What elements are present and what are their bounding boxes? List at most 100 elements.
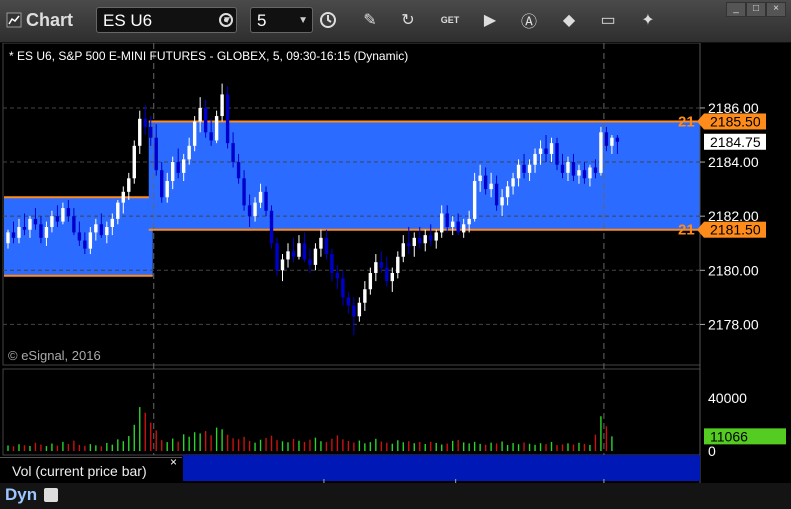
candle-body bbox=[291, 251, 296, 257]
candle-body bbox=[494, 183, 499, 206]
zone-layer bbox=[4, 120, 701, 277]
candle-body bbox=[99, 224, 104, 236]
candle-body bbox=[236, 162, 241, 179]
play-icon[interactable]: ▶ bbox=[476, 7, 504, 33]
candle-body bbox=[203, 107, 208, 133]
candle-body bbox=[533, 153, 537, 165]
candle-body bbox=[615, 137, 620, 142]
settings-icon[interactable] bbox=[212, 7, 240, 33]
candle-body bbox=[390, 273, 394, 282]
candle-body bbox=[560, 164, 565, 173]
mode-label[interactable]: Dyn bbox=[5, 485, 37, 505]
price-chart[interactable]: 2178.002180.002182.002184.002186.0004000… bbox=[0, 43, 791, 483]
candle-body bbox=[39, 224, 43, 238]
candle-body bbox=[225, 94, 230, 144]
candle-body bbox=[418, 237, 422, 244]
price-tag-prefix: 21 bbox=[678, 113, 695, 130]
candle-body bbox=[192, 121, 197, 146]
candle-body bbox=[154, 137, 158, 171]
tag-icon[interactable]: ◆ bbox=[555, 7, 583, 33]
candle-body bbox=[28, 218, 32, 230]
candle-body bbox=[88, 232, 93, 249]
candle-body bbox=[105, 227, 109, 236]
volume-legend-label: Vol (current price bar) bbox=[12, 463, 147, 479]
candle-body bbox=[511, 178, 515, 187]
candle-body bbox=[401, 243, 405, 257]
candle-body bbox=[132, 145, 136, 179]
candle-body bbox=[143, 118, 147, 127]
interval-input[interactable]: 5 ▼ bbox=[250, 7, 313, 33]
price-tick-label: 2180.00 bbox=[708, 262, 759, 278]
candle-body bbox=[319, 237, 323, 249]
candle-body bbox=[593, 167, 598, 173]
candle-body bbox=[522, 164, 526, 173]
candle-body bbox=[83, 240, 87, 249]
candle-body bbox=[516, 164, 521, 179]
candle-body bbox=[346, 297, 351, 306]
candle-body bbox=[264, 191, 268, 211]
candle-body bbox=[253, 202, 257, 217]
candle-body bbox=[445, 213, 449, 227]
alert-icon[interactable]: Ⓐ bbox=[515, 7, 543, 33]
price-tick-label: 2184.00 bbox=[708, 154, 759, 170]
candle-body bbox=[505, 186, 510, 198]
candle-body bbox=[440, 213, 444, 233]
candle-body bbox=[407, 243, 411, 246]
candle-body bbox=[571, 162, 576, 176]
candle-body bbox=[149, 126, 153, 138]
candle-body bbox=[527, 164, 532, 173]
candle-body bbox=[313, 248, 318, 265]
close-button[interactable]: × bbox=[766, 2, 786, 17]
candle-body bbox=[599, 132, 603, 173]
volume-layer bbox=[7, 407, 613, 451]
candle-body bbox=[461, 224, 466, 233]
candle-body bbox=[198, 107, 202, 122]
volume-legend[interactable]: Vol (current price bar) bbox=[0, 457, 182, 483]
price-tick-label: 2178.00 bbox=[708, 316, 759, 332]
candle-body bbox=[94, 224, 98, 233]
candle-body bbox=[22, 227, 27, 230]
volume-tag-label: 11066 bbox=[710, 428, 748, 444]
candle-body bbox=[588, 167, 592, 179]
chart-header: * ES U6, S&P 500 E-MINI FUTURES - GLOBEX… bbox=[9, 49, 408, 63]
candle-body bbox=[55, 216, 60, 222]
pencil-icon[interactable]: ✎ bbox=[356, 7, 384, 33]
candle-body bbox=[363, 289, 367, 303]
candle-body bbox=[483, 175, 488, 190]
candle-body bbox=[116, 202, 120, 219]
volume-tick-label: 40000 bbox=[708, 390, 747, 406]
candle-body bbox=[385, 267, 389, 282]
candle-body bbox=[11, 232, 16, 238]
chart-icon bbox=[6, 12, 22, 28]
candle-body bbox=[412, 237, 416, 246]
candle-body bbox=[33, 218, 38, 225]
minimize-button[interactable]: _ bbox=[726, 2, 746, 17]
candle-body bbox=[127, 178, 131, 192]
candle-body bbox=[247, 205, 252, 217]
candle-body bbox=[544, 148, 548, 154]
candle-body bbox=[269, 210, 274, 244]
candle-body bbox=[549, 143, 554, 154]
close-icon[interactable]: × bbox=[170, 455, 177, 469]
twitter-icon[interactable]: ✦ bbox=[634, 7, 662, 33]
clock-icon[interactable] bbox=[314, 7, 342, 33]
chat-icon[interactable]: ▭ bbox=[594, 7, 622, 33]
refresh-icon[interactable]: ↻ bbox=[394, 7, 422, 33]
lock-icon[interactable] bbox=[44, 488, 58, 502]
candle-body bbox=[280, 259, 285, 271]
bottom-bar bbox=[0, 483, 791, 509]
maximize-button[interactable]: □ bbox=[746, 2, 766, 17]
candle-body bbox=[121, 191, 125, 203]
price-tag-label: 2181.50 bbox=[710, 222, 761, 238]
candle-body bbox=[297, 243, 301, 257]
candle-body bbox=[500, 197, 504, 206]
candle-body bbox=[209, 132, 213, 141]
candle-body bbox=[434, 232, 438, 241]
candle-body bbox=[335, 273, 340, 279]
get-icon[interactable]: GET bbox=[436, 7, 464, 33]
candle-body bbox=[160, 170, 164, 198]
candle-body bbox=[396, 256, 400, 273]
watermark: © eSignal, 2016 bbox=[8, 348, 101, 363]
volume-tick-label: 0 bbox=[708, 443, 716, 459]
chevron-down-icon[interactable]: ▼ bbox=[298, 8, 308, 34]
